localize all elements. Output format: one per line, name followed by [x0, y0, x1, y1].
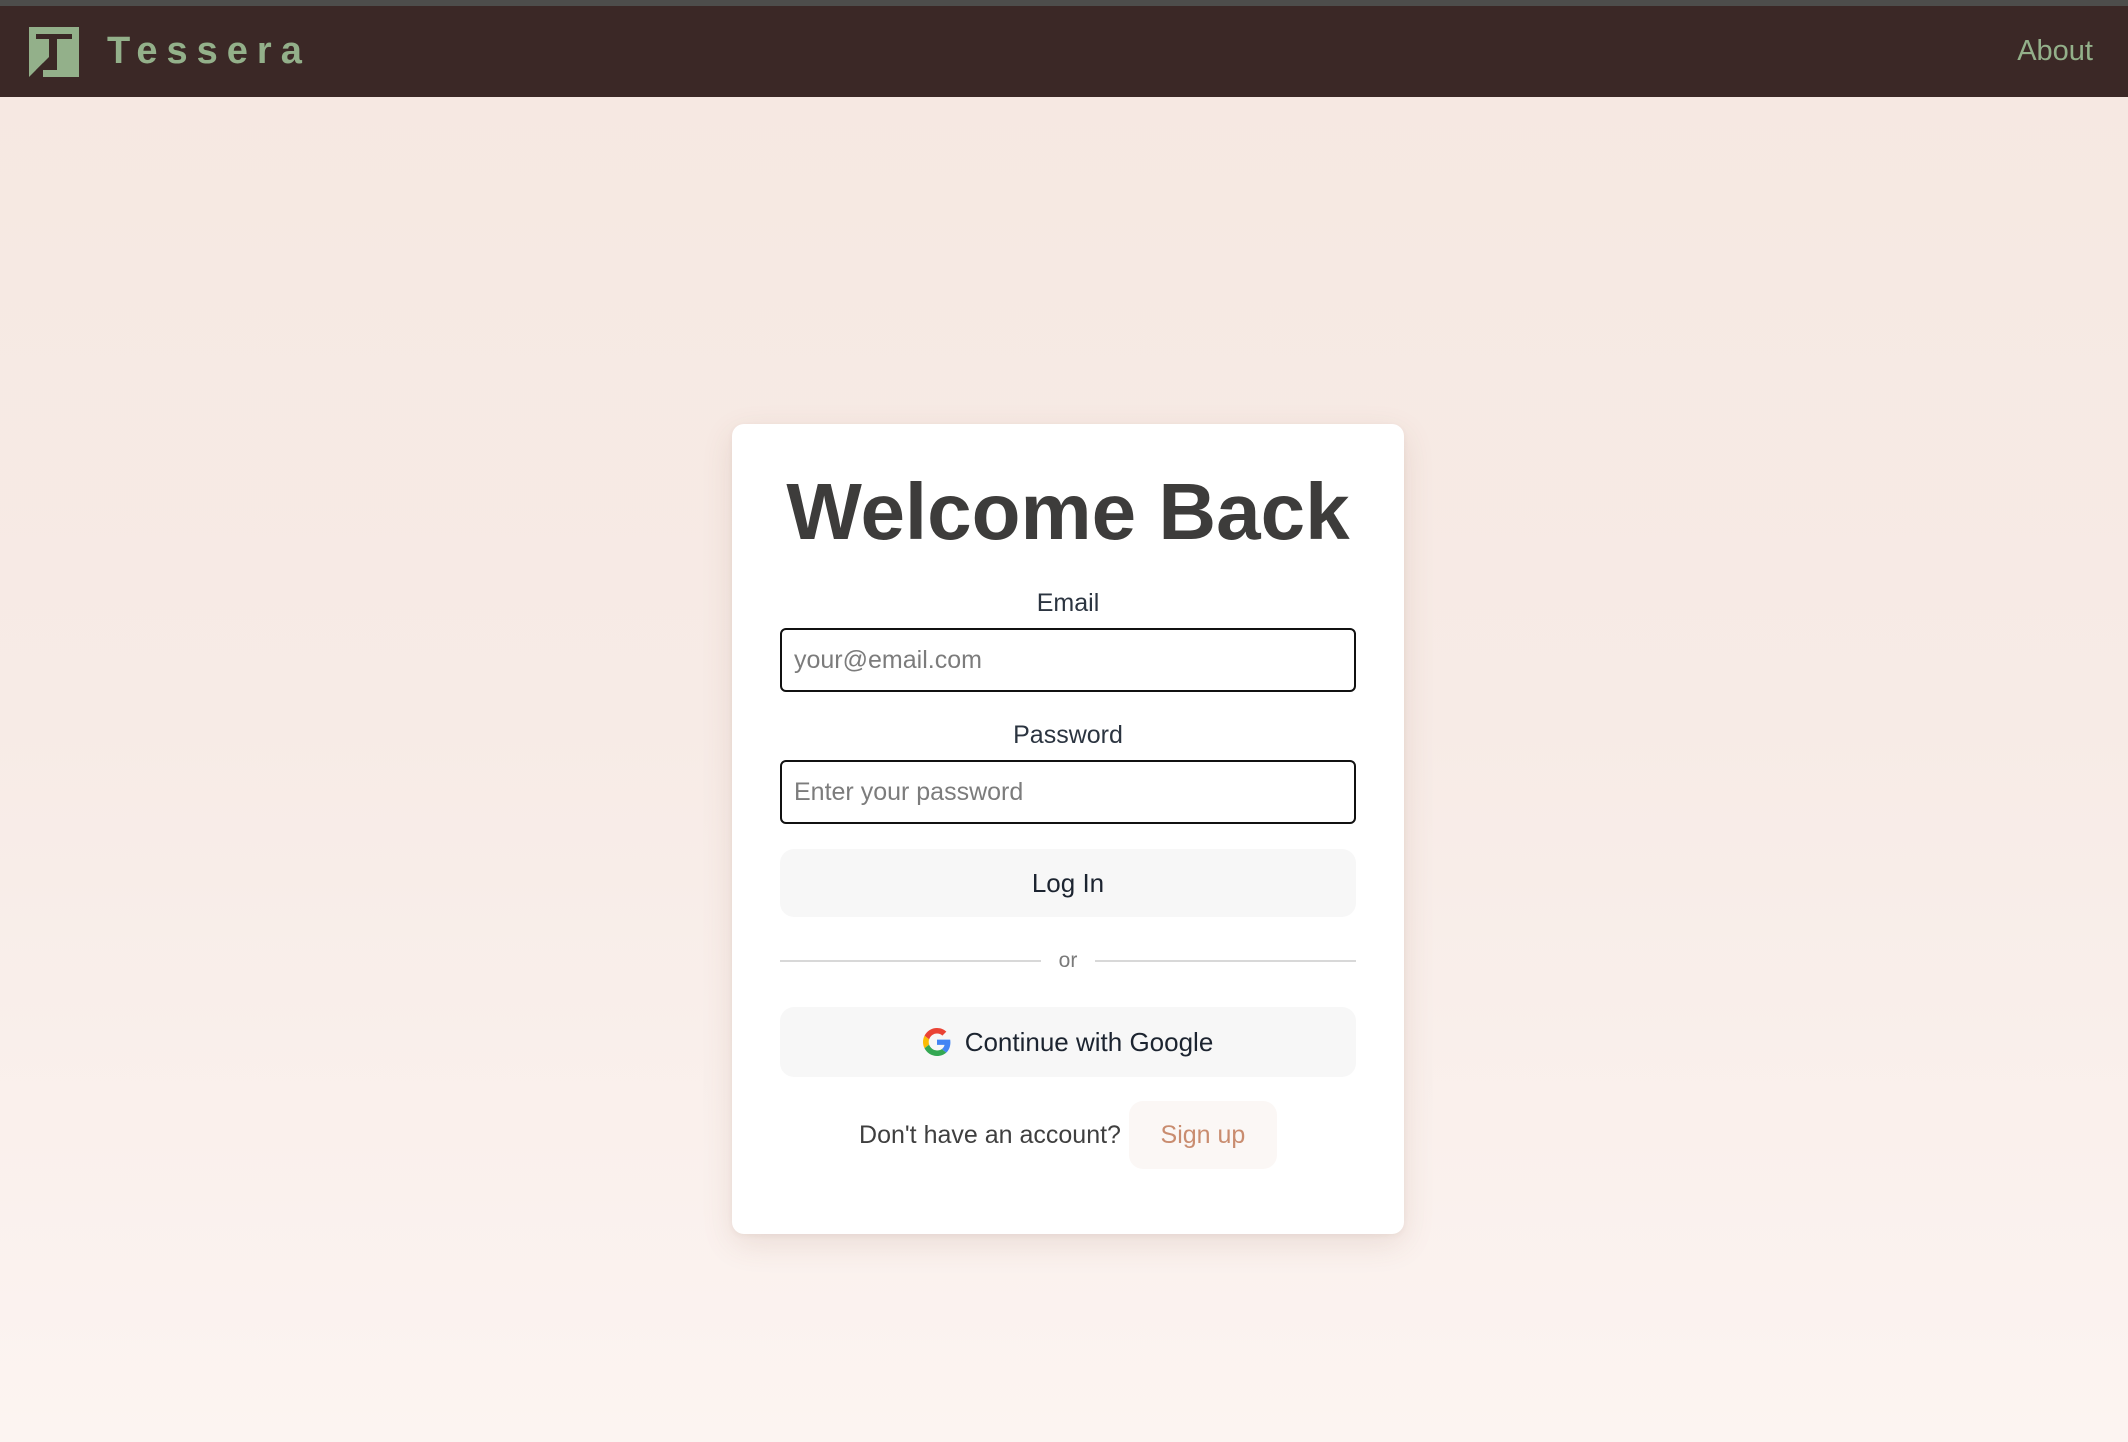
brand[interactable]: Tessera [29, 26, 311, 77]
about-link[interactable]: About [2017, 35, 2093, 68]
signup-prompt: Don't have an account? [859, 1120, 1121, 1149]
google-button-label: Continue with Google [964, 1026, 1214, 1057]
login-button[interactable]: Log In [780, 849, 1356, 917]
password-field[interactable] [780, 760, 1356, 824]
divider-line-right [1095, 960, 1356, 962]
top-navbar: Tessera About [0, 6, 2128, 97]
or-divider: or [780, 947, 1356, 975]
email-field[interactable] [780, 628, 1356, 692]
signup-button[interactable]: Sign up [1128, 1101, 1277, 1169]
page-title: Welcome Back [786, 467, 1350, 556]
tessera-logo-icon [29, 26, 79, 77]
divider-text: or [1058, 949, 1078, 972]
divider-line-left [780, 960, 1041, 962]
google-signin-button[interactable]: Continue with Google [780, 1007, 1356, 1077]
email-label: Email [1036, 589, 1100, 617]
brand-name: Tessera [107, 30, 311, 72]
login-card: Welcome Back Email Password Log In or Co… [732, 424, 1404, 1234]
signup-row: Don't have an account? Sign up [780, 1101, 1356, 1169]
google-icon [922, 1028, 951, 1056]
password-label: Password [1013, 721, 1123, 749]
